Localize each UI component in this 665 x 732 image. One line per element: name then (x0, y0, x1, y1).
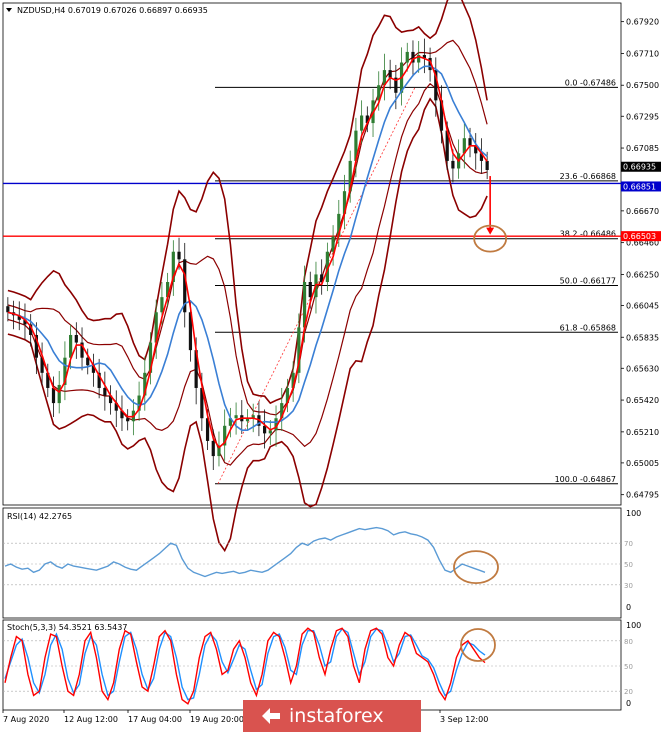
rsi-panel[interactable] (2, 507, 622, 619)
price-tag-label: 0.66851 (623, 182, 656, 191)
main-chart-title: NZDUSD,H4 0.67019 0.67026 0.66897 0.6693… (17, 6, 208, 15)
stoch-level-label: 80 (624, 638, 633, 646)
stoch-panel[interactable] (2, 619, 622, 711)
candle-body[interactable] (177, 251, 181, 260)
fib-level-label: 50.0 -0.66177 (560, 276, 616, 285)
rsi-level-label: 50 (624, 561, 633, 569)
candle-body[interactable] (485, 160, 489, 170)
rsi-title: RSI(14) 42.2765 (7, 512, 72, 521)
stoch-level-label: 20 (624, 688, 633, 696)
main-price-panel[interactable] (2, 2, 622, 506)
price-tick-label: 0.65420 (626, 396, 659, 405)
time-tick-label: 3 Sep 12:00 (440, 715, 488, 724)
candle-body[interactable] (103, 387, 107, 396)
stoch-tick-label: 100 (626, 621, 641, 630)
candle-body[interactable] (160, 297, 164, 313)
candle-body[interactable] (234, 415, 238, 419)
candle-body[interactable] (51, 387, 56, 404)
time-tick-label: 7 Aug 2020 (3, 715, 49, 724)
price-tick-label: 0.67295 (626, 112, 659, 121)
time-tick-label: 12 Aug 12:00 (64, 715, 118, 724)
price-tag-label: 0.66935 (623, 163, 656, 172)
watermark-text: instaforex (289, 705, 384, 727)
fib-level-label: 38.2 -0.66486 (560, 230, 616, 239)
rsi-level-label: 30 (624, 582, 633, 590)
candle-body[interactable] (57, 384, 61, 404)
price-tick-label: 0.67500 (626, 81, 659, 90)
rsi-tick-label: 100 (626, 509, 641, 518)
price-tick-label: 0.67920 (626, 18, 659, 27)
candle-body[interactable] (388, 70, 392, 78)
price-tick-label: 0.66250 (626, 270, 659, 279)
candle-body[interactable] (468, 138, 472, 146)
time-tick-label: 17 Aug 04:00 (128, 715, 182, 724)
price-tick-label: 0.65630 (626, 364, 659, 373)
candle-body[interactable] (405, 51, 409, 63)
candle-body[interactable] (74, 334, 78, 343)
price-tick-label: 0.65210 (626, 428, 659, 437)
candle-body[interactable] (211, 440, 215, 457)
fib-level-label: 0.0 -0.67486 (565, 78, 616, 87)
stoch-title: Stoch(5,3,3) 54.3521 63.5437 (7, 623, 127, 632)
stoch-level-label: 50 (624, 663, 633, 671)
candle-body[interactable] (263, 425, 267, 434)
price-tag-label: 0.66503 (623, 232, 656, 241)
candle-body[interactable] (126, 418, 130, 422)
rsi-tick-label: 0 (626, 603, 631, 612)
candle-body[interactable] (268, 430, 272, 434)
stoch-tick-label: 0 (626, 699, 631, 708)
price-tick-label: 0.67710 (626, 49, 659, 58)
fib-level-label: 23.6 -0.66868 (560, 172, 616, 181)
trading-chart: 0.0 -0.67486 23.6 -0.66868 38.2 -0.66486 50… (2, 0, 661, 732)
price-tick-label: 0.66045 (626, 301, 659, 310)
price-tick-label: 0.65005 (626, 459, 659, 468)
instaforex-watermark: instaforex (243, 700, 421, 732)
price-tick-label: 0.67085 (626, 144, 659, 153)
candle-body[interactable] (6, 306, 10, 313)
fib-level-label: 61.8 -0.65868 (560, 323, 616, 332)
candle-body[interactable] (308, 282, 312, 298)
candle-body[interactable] (451, 160, 455, 169)
fib-level-label: 100.0 -0.64867 (555, 475, 616, 484)
price-tick-label: 0.65835 (626, 333, 659, 342)
rsi-level-label: 70 (624, 540, 633, 548)
time-tick-label: 19 Aug 20:00 (190, 715, 244, 724)
price-tick-label: 0.66670 (626, 207, 659, 216)
price-tick-label: 0.64795 (626, 491, 659, 500)
candle-body[interactable] (360, 115, 364, 131)
